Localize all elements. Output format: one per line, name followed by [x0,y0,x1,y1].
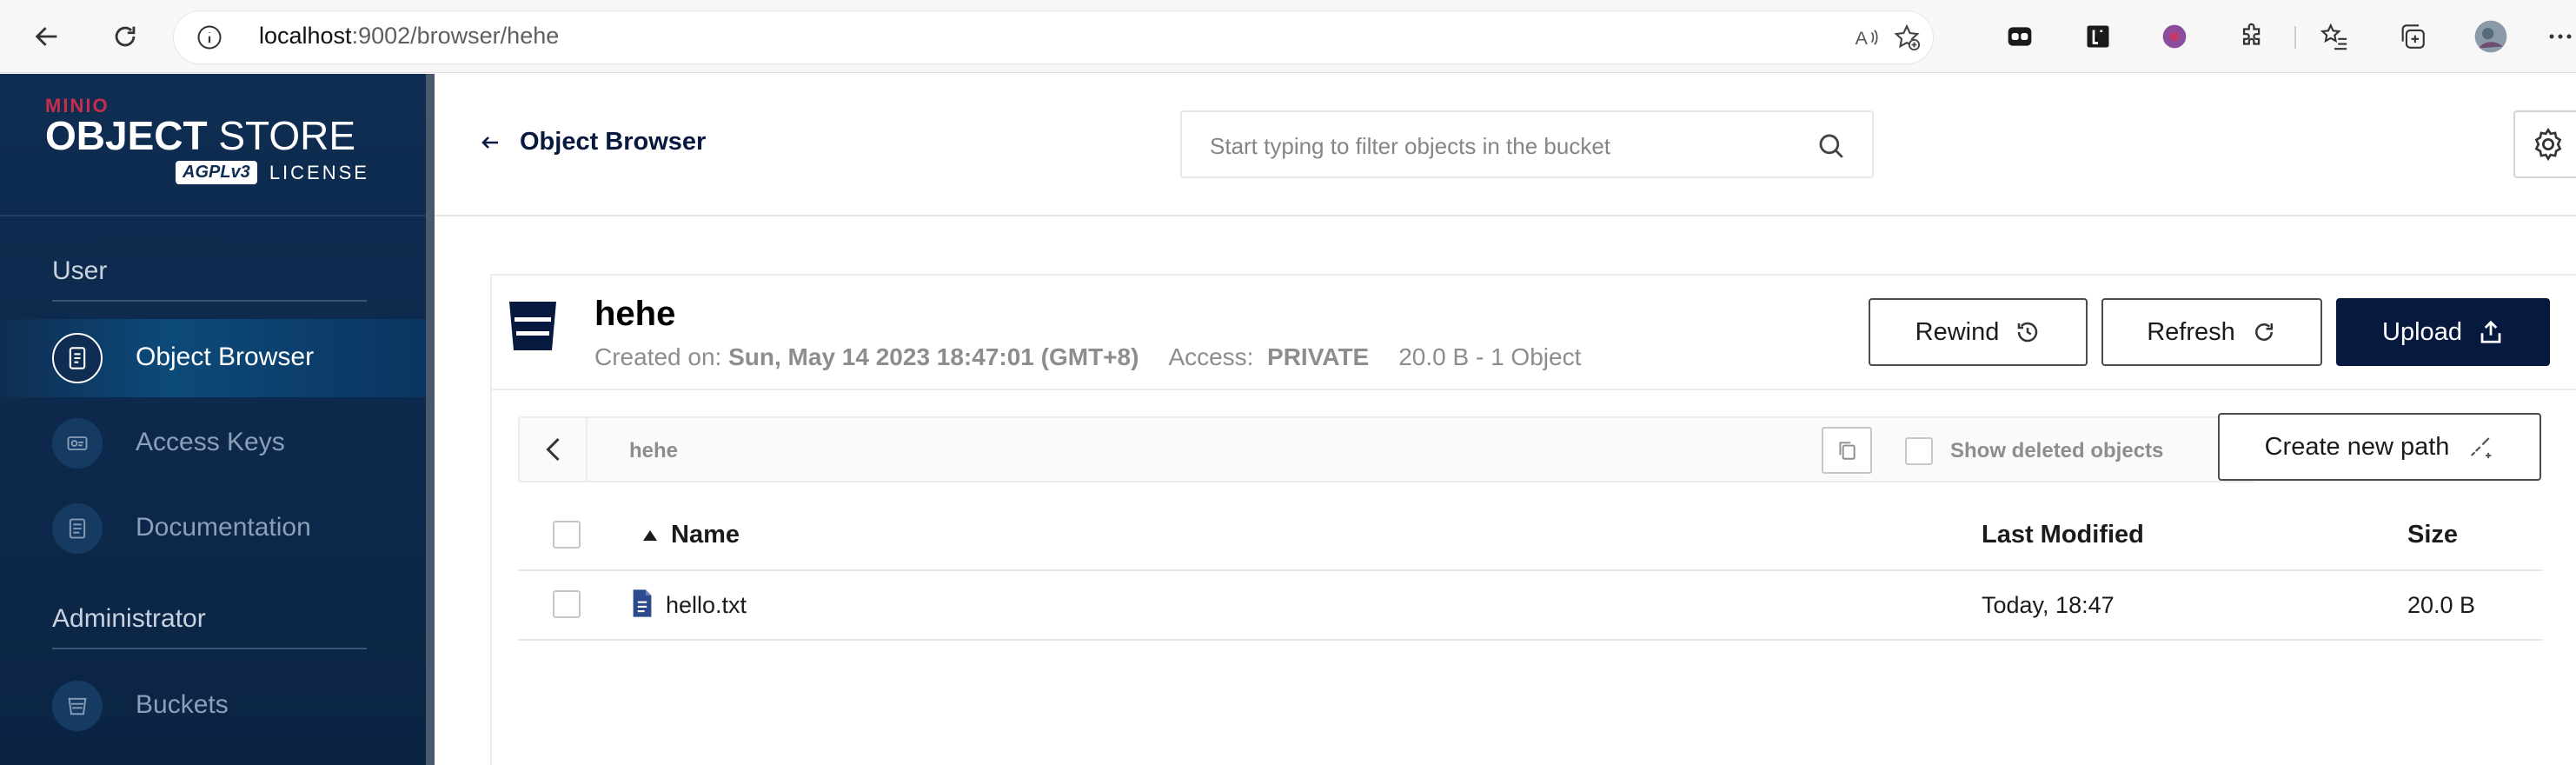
more-icon[interactable] [2543,19,2576,54]
search-icon[interactable] [1816,131,1846,165]
show-deleted-checkbox[interactable] [1905,437,1933,465]
bucket-usage: 20.0 B - 1 Object [1398,343,1582,370]
create-new-path-button[interactable]: Create new path [2218,413,2541,481]
column-last-modified[interactable]: Last Modified [1982,521,2144,549]
buckets-icon [52,681,103,731]
info-icon[interactable] [196,24,222,55]
agpl-badge: AGPLv3 [176,161,257,184]
column-name[interactable]: Name [641,521,740,549]
show-deleted-toggle[interactable]: Show deleted objects [1905,437,2163,465]
object-browser-icon [52,333,103,383]
extension-3-icon[interactable] [2157,19,2192,54]
profile-avatar[interactable] [2473,19,2508,54]
puzzle-icon[interactable] [2235,19,2270,54]
favorite-add-icon[interactable] [1891,22,1922,53]
search-placeholder: Start typing to filter objects in the bu… [1210,133,1611,159]
gear-icon [2534,127,2562,162]
minio-logo: MINIO OBJECT STORE AGPLv3 LICENSE [45,95,369,184]
bucket-panel: hehe Created on: Sun, May 14 2023 18:47:… [490,274,2576,765]
sidebar-item-buckets[interactable]: Buckets [0,667,426,745]
bucket-header: hehe Created on: Sun, May 14 2023 18:47:… [492,276,2576,390]
page-title: Object Browser [520,128,707,156]
created-value: Sun, May 14 2023 18:47:01 (GMT+8) [728,343,1139,370]
sidebar-item-documentation[interactable]: Documentation [0,489,426,568]
documentation-icon [52,503,103,554]
settings-button[interactable] [2513,110,2576,178]
sort-ascending-icon [643,529,657,541]
section-user: User [52,256,108,285]
object-last-modified: Today, 18:47 [1982,592,2115,618]
sidebar-item-label: Object Browser [136,343,315,371]
breadcrumb-path[interactable]: hehe [629,439,678,463]
browser-toolbar: localhost:9002/browser/hehe A [0,0,2576,73]
favorites-icon[interactable] [2317,19,2352,54]
collections-icon[interactable] [2395,19,2430,54]
sidebar: MINIO OBJECT STORE AGPLv3 LICENSE User O… [0,74,426,765]
section-administrator: Administrator [52,604,206,633]
back-icon[interactable] [26,16,68,57]
object-size: 20.0 B [2407,592,2476,618]
sidebar-item-object-browser[interactable]: Object Browser [0,319,426,397]
table-row[interactable]: hello.txt Today, 18:47 20.0 B [518,571,2543,641]
toolbar-divider [2294,26,2296,49]
arrow-left-icon [481,136,498,149]
page-header: Object Browser Start typing to filter ob… [435,74,2576,216]
row-checkbox[interactable] [553,590,581,618]
breadcrumb: hehe Show deleted objects [518,416,2256,482]
section-admin-line [52,648,367,649]
access-keys-icon [52,418,103,469]
address-bar[interactable]: localhost:9002/browser/hehe A [174,11,1933,63]
sidebar-resize-handle[interactable] [426,74,435,765]
sidebar-item-label: Documentation [136,513,311,542]
bucket-meta: Created on: Sun, May 14 2023 18:47:01 (G… [594,343,1582,370]
sidebar-divider [0,215,426,216]
upload-icon [2480,320,2501,343]
chevron-left-icon[interactable] [539,434,570,469]
copy-path-button[interactable] [1822,427,1872,474]
bucket-name: hehe [594,295,676,333]
history-icon [2018,322,2038,343]
reload-icon[interactable] [104,16,146,57]
table-header: Name Last Modified Size [518,498,2543,571]
bucket-icon [506,298,560,358]
search-input[interactable]: Start typing to filter objects in the bu… [1180,110,1874,178]
back-to-object-browser[interactable]: Object Browser [480,128,706,156]
text-file-icon [631,589,654,624]
sidebar-item-label: Access Keys [136,428,285,456]
section-user-line [52,300,367,302]
read-aloud-icon[interactable]: A [1851,22,1882,53]
copy-icon [1839,442,1856,460]
breadcrumb-divider [586,418,588,481]
refresh-icon [2254,323,2273,341]
access-value: PRIVATE [1267,343,1370,370]
object-name[interactable]: hello.txt [666,592,747,619]
main-content: Object Browser Start typing to filter ob… [435,74,2576,765]
extension-1-icon[interactable] [2002,19,2037,54]
select-all-checkbox[interactable] [553,521,581,549]
url-text: localhost:9002/browser/hehe [259,23,560,49]
upload-button[interactable]: Upload [2336,298,2550,366]
extension-2-icon[interactable] [2081,19,2115,54]
column-size[interactable]: Size [2407,521,2458,549]
new-path-icon [2471,437,2492,459]
sidebar-item-label: Buckets [136,690,229,719]
svg-text:A: A [1856,28,1869,49]
refresh-button[interactable]: Refresh [2101,298,2322,366]
sidebar-item-access-keys[interactable]: Access Keys [0,404,426,482]
rewind-button[interactable]: Rewind [1869,298,2088,366]
